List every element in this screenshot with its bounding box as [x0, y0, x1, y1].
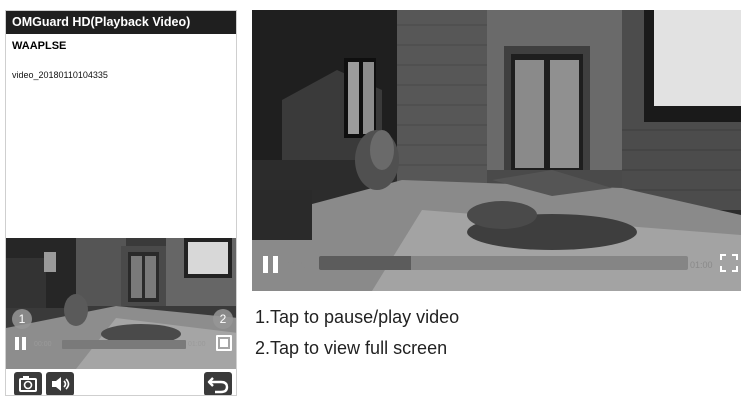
callout-badge-2: 2 [213, 309, 233, 329]
total-time: 01:00 [188, 341, 206, 348]
fullscreen-button[interactable] [216, 335, 232, 351]
elapsed-time: 00:00 [34, 341, 52, 348]
pause-button[interactable] [15, 337, 27, 350]
instruction-full-screen: 2.Tap to view full screen [255, 338, 448, 358]
video-preview[interactable] [6, 238, 236, 369]
app-title-bar: OMGuard HD(Playback Video) [6, 11, 236, 34]
elapsed-time: 00:07 [285, 260, 308, 270]
speaker-icon[interactable] [46, 372, 74, 395]
video-file-item[interactable]: video_20180110104335 [12, 70, 108, 80]
phone-screenshot: OMGuard HD(Playback Video) WAAPLSE video… [5, 10, 237, 396]
video-frame-image [252, 10, 741, 291]
device-name: WAAPLSE [12, 40, 67, 52]
fullscreen-button[interactable] [720, 254, 738, 272]
callout-badge-1: 1 [12, 309, 32, 329]
progress-bar-fill [319, 256, 412, 270]
app-title: OMGuard HD(Playback Video) [12, 15, 191, 29]
progress-bar[interactable] [62, 340, 186, 349]
camera-icon[interactable] [14, 372, 42, 395]
video-frame-image [6, 238, 236, 369]
fullscreen-video-view[interactable]: 00:07 01:00 [252, 10, 741, 291]
back-arrow-icon[interactable] [204, 372, 232, 395]
pause-button[interactable] [263, 256, 279, 273]
total-time: 01:00 [690, 260, 713, 270]
instruction-pause-play: 1.Tap to pause/play video [255, 307, 460, 327]
progress-bar[interactable] [319, 256, 688, 270]
